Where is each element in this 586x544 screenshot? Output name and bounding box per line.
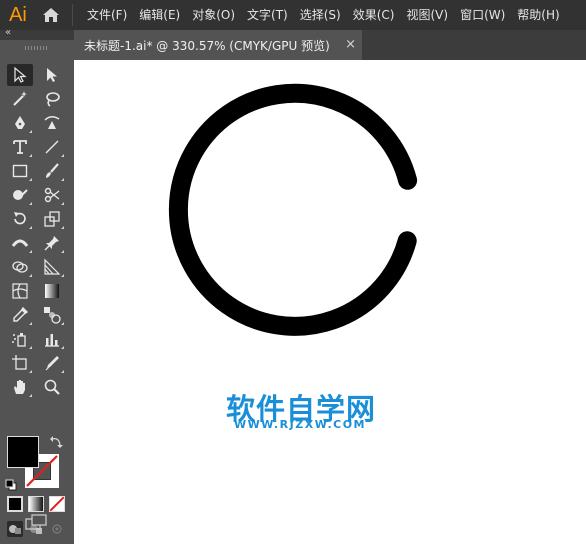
- menu-help[interactable]: 帮助(H): [511, 0, 565, 30]
- menu-file[interactable]: 文件(F): [81, 0, 133, 30]
- menu-edit[interactable]: 编辑(E): [133, 0, 186, 30]
- tools-panel: «: [0, 27, 74, 544]
- close-icon[interactable]: ×: [345, 37, 356, 52]
- panel-grip[interactable]: [25, 46, 47, 50]
- symbol-sprayer-tool-icon[interactable]: [7, 328, 33, 350]
- menu-bar: Ai 文件(F) 编辑(E) 对象(O) 文字(T) 选择(S) 效果(C) 视…: [0, 0, 586, 30]
- collapse-icon[interactable]: «: [5, 27, 11, 38]
- artboard-canvas[interactable]: 软件自学网 WWW.RJZXW.COM: [74, 60, 586, 544]
- app-logo: Ai: [9, 3, 27, 26]
- open-circle-path[interactable]: [74, 60, 586, 544]
- fill-swatch[interactable]: [7, 436, 39, 468]
- eyedropper-tool-icon[interactable]: [7, 304, 33, 326]
- magic-wand-tool-icon[interactable]: [7, 88, 33, 110]
- lasso-tool-icon[interactable]: [39, 88, 65, 110]
- selection-tool-icon[interactable]: [7, 64, 33, 86]
- gradient-mode-icon[interactable]: [28, 496, 44, 512]
- blend-tool-icon[interactable]: [39, 304, 65, 326]
- menu-type[interactable]: 文字(T): [241, 0, 294, 30]
- slice-tool-icon[interactable]: [39, 352, 65, 374]
- line-segment-tool-icon[interactable]: [39, 136, 65, 158]
- screen-mode-icon[interactable]: [24, 514, 48, 534]
- menu-view[interactable]: 视图(V): [400, 0, 454, 30]
- perspective-grid-tool-icon[interactable]: [39, 256, 65, 278]
- swap-fill-stroke-icon[interactable]: [49, 434, 63, 453]
- menu-effect[interactable]: 效果(C): [347, 0, 401, 30]
- pen-tool-icon[interactable]: [7, 112, 33, 134]
- draw-inside-icon[interactable]: [49, 521, 65, 537]
- color-mode-icon[interactable]: [7, 496, 23, 512]
- paintbrush-tool-icon[interactable]: [39, 160, 65, 182]
- rectangle-tool-icon[interactable]: [7, 160, 33, 182]
- mesh-tool-icon[interactable]: [7, 280, 33, 302]
- hand-tool-icon[interactable]: [7, 376, 33, 398]
- gradient-tool-icon[interactable]: [39, 280, 65, 302]
- home-icon[interactable]: [36, 0, 66, 30]
- menu-object[interactable]: 对象(O): [186, 0, 241, 30]
- width-tool-icon[interactable]: [7, 232, 33, 254]
- scale-tool-icon[interactable]: [39, 208, 65, 230]
- none-mode-icon[interactable]: [49, 496, 65, 512]
- type-tool-icon[interactable]: [7, 136, 33, 158]
- curvature-tool-icon[interactable]: [39, 112, 65, 134]
- rotate-tool-icon[interactable]: [7, 208, 33, 230]
- document-tab-title: 未标题-1.ai* @ 330.57% (CMYK/GPU 预览): [84, 38, 330, 53]
- draw-normal-icon[interactable]: [7, 521, 23, 537]
- zoom-tool-icon[interactable]: [39, 376, 65, 398]
- shape-builder-tool-icon[interactable]: [7, 256, 33, 278]
- menu-select[interactable]: 选择(S): [294, 0, 347, 30]
- panel-collapse-bar[interactable]: «: [0, 27, 74, 40]
- watermark-url: WWW.RJZXW.COM: [234, 418, 366, 431]
- column-graph-tool-icon[interactable]: [39, 328, 65, 350]
- scissors-tool-icon[interactable]: [39, 184, 65, 206]
- menu-separator: [72, 4, 73, 26]
- shaper-tool-icon[interactable]: [7, 184, 33, 206]
- document-tab[interactable]: 未标题-1.ai* @ 330.57% (CMYK/GPU 预览) ×: [74, 30, 362, 60]
- menu-window[interactable]: 窗口(W): [454, 0, 511, 30]
- document-tab-bar: 未标题-1.ai* @ 330.57% (CMYK/GPU 预览) ×: [74, 30, 586, 60]
- pin-icon[interactable]: [39, 232, 65, 254]
- direct-selection-tool-icon[interactable]: [39, 64, 65, 86]
- artboard-tool-icon[interactable]: [7, 352, 33, 374]
- default-fill-stroke-icon[interactable]: [5, 476, 17, 495]
